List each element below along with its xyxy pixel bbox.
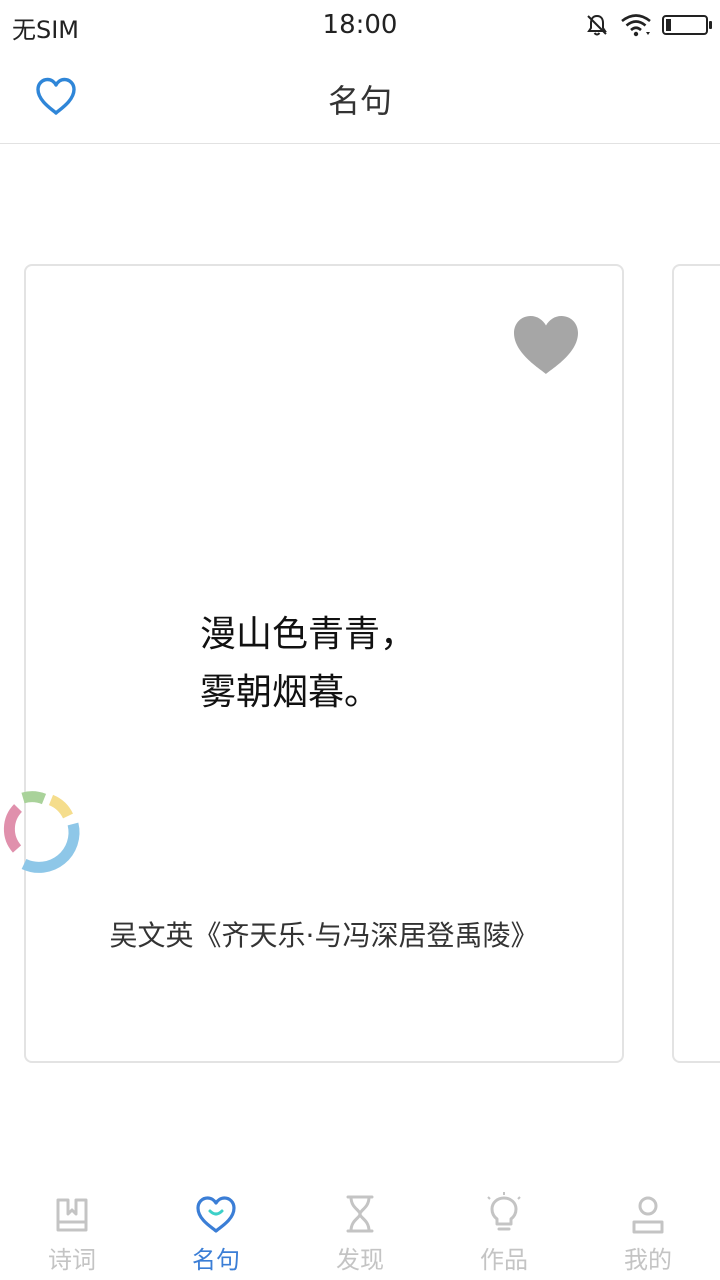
quote-line: 漫山色青青， bbox=[200, 614, 417, 655]
tab-label: 作品 bbox=[480, 1246, 528, 1274]
mute-bell-icon bbox=[587, 14, 607, 36]
tab-works[interactable]: 作品 bbox=[432, 1180, 576, 1280]
quote-card[interactable]: 漫山色青青， 雾朝烟暮。 吴文英《齐天乐·与冯深居登禹陵》 bbox=[24, 264, 624, 1063]
quote-line: 雾朝烟暮。 bbox=[200, 672, 381, 713]
tab-label: 名句 bbox=[192, 1246, 240, 1274]
next-quote-card[interactable] bbox=[672, 264, 720, 1063]
person-icon bbox=[632, 1196, 664, 1234]
floating-ring-icon[interactable] bbox=[0, 786, 86, 876]
lightbulb-icon bbox=[487, 1192, 521, 1231]
tab-label: 诗词 bbox=[48, 1246, 96, 1274]
status-bar: 无SIM 18:00 bbox=[0, 0, 720, 50]
heart-tab-icon bbox=[196, 1196, 236, 1233]
wifi-icon bbox=[621, 14, 651, 37]
hourglass-icon bbox=[346, 1195, 374, 1233]
app-screen: 无SIM 18:00 名句 漫山色青青， 雾朝烟暮。 吴文英《齐天乐·与冯深居登… bbox=[0, 0, 720, 1280]
battery-icon bbox=[662, 15, 712, 35]
quote-text: 漫山色青青， 雾朝烟暮。 bbox=[200, 606, 580, 722]
tab-me[interactable]: 我的 bbox=[576, 1180, 720, 1280]
battery-level bbox=[666, 19, 671, 31]
tab-discover[interactable]: 发现 bbox=[288, 1180, 432, 1280]
status-icons bbox=[584, 10, 712, 40]
tab-poems[interactable]: 诗词 bbox=[0, 1180, 144, 1280]
tab-label: 发现 bbox=[336, 1246, 384, 1274]
quote-source: 吴文英《齐天乐·与冯深居登禹陵》 bbox=[109, 919, 539, 952]
heart-filled-icon[interactable] bbox=[512, 314, 580, 376]
tab-label: 我的 bbox=[624, 1246, 672, 1274]
tab-quotes[interactable]: 名句 bbox=[144, 1180, 288, 1280]
header: 名句 bbox=[0, 50, 720, 144]
tab-bar: 诗词 名句 发现 作品 我的 bbox=[0, 1180, 720, 1280]
page-title: 名句 bbox=[327, 82, 392, 120]
book-icon bbox=[56, 1198, 88, 1232]
